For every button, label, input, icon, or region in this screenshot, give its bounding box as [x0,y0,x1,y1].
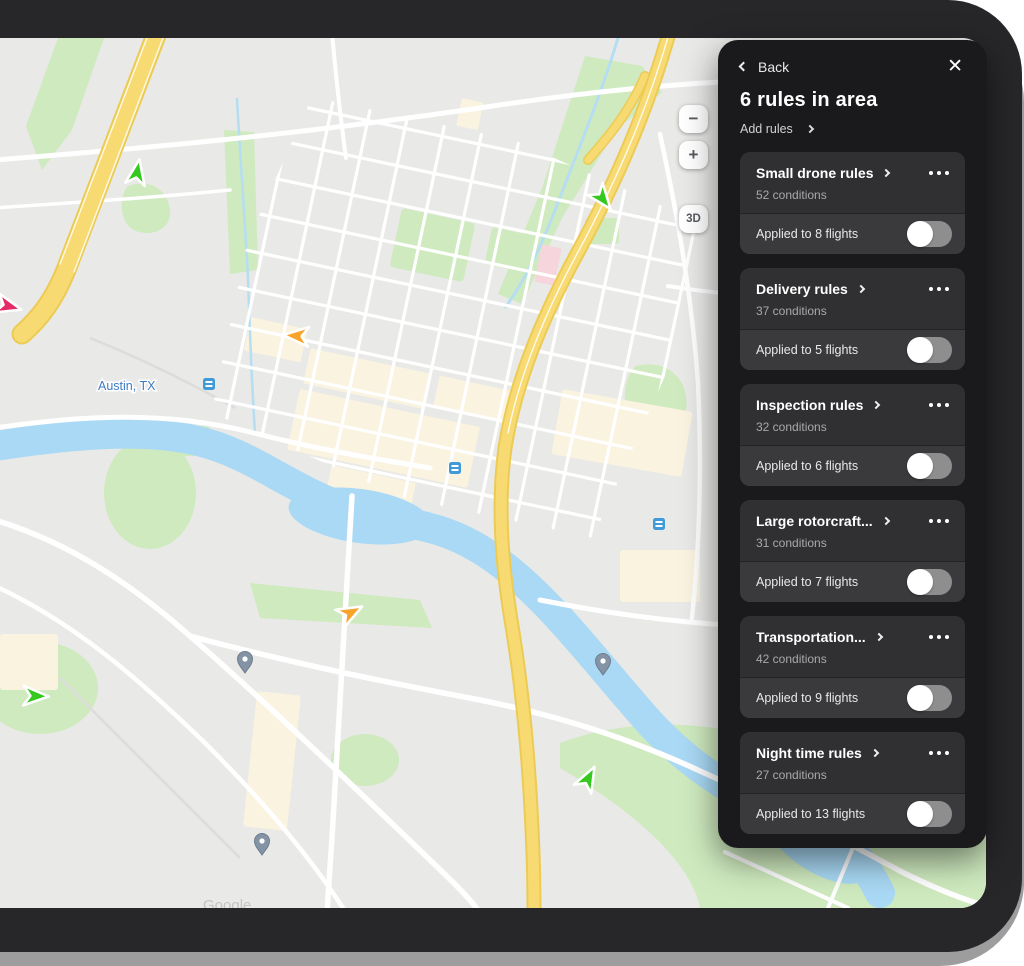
panel-topbar: Back ✕ [740,57,965,76]
rule-card-top: Small drone rules 52 conditions [740,152,965,213]
rule-card-bottom: Applied to 6 flights [740,445,965,486]
map-controls: − + 3D [679,105,709,233]
close-icon[interactable]: ✕ [945,57,965,76]
more-options-icon[interactable] [929,400,950,411]
rule-card-top: Delivery rules 37 conditions [740,268,965,329]
rule-open-row[interactable]: Small drone rules [756,165,949,181]
toggle-knob [907,569,933,595]
place-label: Austin, TX [98,379,156,393]
rule-toggle[interactable] [907,453,952,479]
rule-open-row[interactable]: Night time rules [756,745,949,761]
zoom-in-button[interactable]: + [679,141,708,169]
rule-toggle[interactable] [907,569,952,595]
rule-conditions: 32 conditions [756,420,949,434]
rule-name: Delivery rules [756,281,848,297]
zoom-out-button[interactable]: − [679,105,708,133]
rule-name: Night time rules [756,745,862,761]
rule-card: Delivery rules 37 conditions Applied to … [740,268,965,370]
rule-card-bottom: Applied to 5 flights [740,329,965,370]
rule-toggle[interactable] [907,685,952,711]
more-options-icon[interactable] [929,632,950,643]
rule-name: Transportation... [756,629,866,645]
rule-card: Night time rules 27 conditions Applied t… [740,732,965,834]
back-button[interactable]: Back [740,59,789,75]
rule-card-top: Inspection rules 32 conditions [740,384,965,445]
rule-applied-label: Applied to 8 flights [756,227,858,241]
more-options-icon[interactable] [929,168,950,179]
rule-name: Small drone rules [756,165,873,181]
rule-applied-label: Applied to 5 flights [756,343,858,357]
more-options-icon[interactable] [929,284,950,295]
rule-toggle[interactable] [907,801,952,827]
chevron-right-icon [872,401,880,409]
add-rules-label: Add rules [740,122,793,136]
rules-list: Small drone rules 52 conditions Applied … [740,152,965,834]
chevron-right-icon [806,125,814,133]
rule-conditions: 42 conditions [756,652,949,666]
rule-card-bottom: Applied to 9 flights [740,677,965,718]
back-label: Back [758,59,789,75]
rule-card: Inspection rules 32 conditions Applied t… [740,384,965,486]
rules-panel: Back ✕ 6 rules in area Add rules Small d… [718,40,987,848]
rule-conditions: 31 conditions [756,536,949,550]
rule-conditions: 52 conditions [756,188,949,202]
rule-conditions: 27 conditions [756,768,949,782]
chevron-right-icon [871,749,879,757]
rule-card-top: Large rotorcraft... 31 conditions [740,500,965,561]
rule-applied-label: Applied to 9 flights [756,691,858,705]
rule-card: Small drone rules 52 conditions Applied … [740,152,965,254]
rule-open-row[interactable]: Inspection rules [756,397,949,413]
toggle-knob [907,801,933,827]
rule-toggle[interactable] [907,221,952,247]
rule-name: Inspection rules [756,397,863,413]
panel-title: 6 rules in area [740,89,965,112]
toggle-knob [907,453,933,479]
rule-card-top: Night time rules 27 conditions [740,732,965,793]
rule-applied-label: Applied to 7 flights [756,575,858,589]
rule-open-row[interactable]: Delivery rules [756,281,949,297]
more-options-icon[interactable] [929,748,950,759]
rule-conditions: 37 conditions [756,304,949,318]
rule-applied-label: Applied to 13 flights [756,807,865,821]
chevron-right-icon [882,169,890,177]
chevron-right-icon [881,517,889,525]
chevron-right-icon [874,633,882,641]
rule-open-row[interactable]: Transportation... [756,629,949,645]
toggle-knob [907,221,933,247]
rule-open-row[interactable]: Large rotorcraft... [756,513,949,529]
3d-view-button[interactable]: 3D [679,205,708,233]
rule-card-bottom: Applied to 8 flights [740,213,965,254]
toggle-knob [907,685,933,711]
rule-card: Transportation... 42 conditions Applied … [740,616,965,718]
chevron-left-icon [739,62,749,72]
chevron-right-icon [857,285,865,293]
rule-card-top: Transportation... 42 conditions [740,616,965,677]
rule-card-bottom: Applied to 13 flights [740,793,965,834]
more-options-icon[interactable] [929,516,950,527]
rule-name: Large rotorcraft... [756,513,873,529]
tablet-mockup: Austin, TX Google − + 3D Back ✕ 6 rules … [0,0,1024,966]
rule-card-bottom: Applied to 7 flights [740,561,965,602]
toggle-knob [907,337,933,363]
rule-toggle[interactable] [907,337,952,363]
add-rules-button[interactable]: Add rules [740,122,813,136]
rule-applied-label: Applied to 6 flights [756,459,858,473]
rule-card: Large rotorcraft... 31 conditions Applie… [740,500,965,602]
map-watermark: Google [203,897,251,908]
